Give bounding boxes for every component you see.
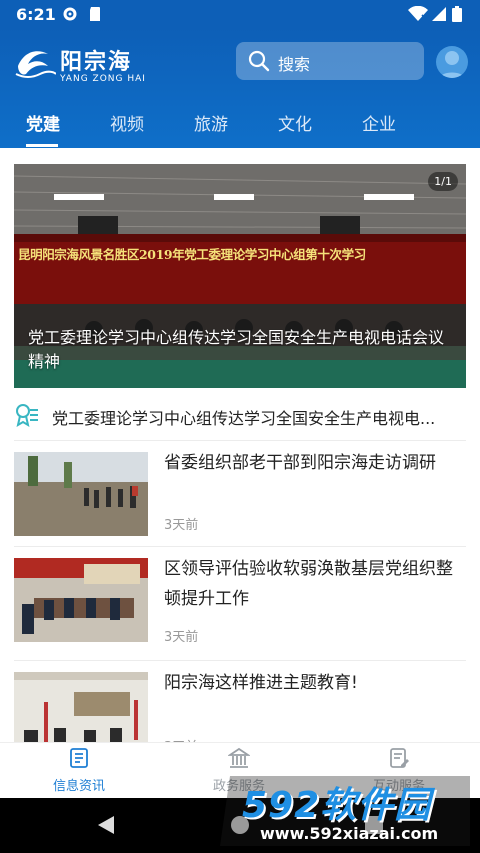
news-time: 3天前 — [164, 630, 199, 645]
tab-enterprise[interactable]: 企业 — [362, 110, 396, 135]
news-time: 3天前 — [164, 518, 199, 533]
category-tabs: 党建 视频 旅游 文化 企业 — [0, 106, 480, 148]
banner-slogan: 昆明阳宗海风景名胜区2019年党工委理论学习中心组第十次学习 — [18, 247, 366, 262]
search-placeholder: 搜索 — [278, 55, 311, 74]
list-item[interactable]: 区领导评估验收软弱涣散基层党组织整顿提升工作 3天前 — [14, 558, 466, 648]
nav-label: 信息资讯 — [52, 779, 105, 794]
status-bar: 6:21 — [0, 0, 480, 28]
banner-counter: 1/1 — [428, 172, 458, 191]
news-list-icon — [70, 748, 88, 768]
tab-party[interactable]: 党建 — [26, 110, 60, 135]
logo-subtitle: YANG ZONG HAI — [60, 74, 146, 84]
wifi-icon — [408, 5, 428, 26]
divider — [14, 546, 466, 547]
gear-icon — [62, 6, 78, 26]
divider — [14, 660, 466, 661]
watermark: 592软件园 www.592xiazai.com — [220, 766, 480, 853]
battery-icon — [452, 6, 462, 26]
tab-travel[interactable]: 旅游 — [194, 110, 228, 135]
search-box[interactable]: 搜索 — [236, 42, 424, 80]
avatar[interactable] — [436, 46, 468, 78]
sd-card-icon — [88, 6, 102, 26]
list-item[interactable]: 省委组织部老干部到阳宗海走访调研 3天前 — [14, 452, 466, 542]
watermark-url: www.592xiazai.com — [260, 824, 439, 843]
search-icon — [248, 50, 270, 72]
divider — [14, 440, 466, 441]
logo-title: 阳宗海 — [60, 50, 133, 75]
tab-video[interactable]: 视频 — [110, 110, 144, 135]
signal-icon — [432, 6, 446, 26]
news-title: 省委组织部老干部到阳宗海走访调研 — [164, 453, 436, 473]
news-title: 阳宗海这样推进主题教育! — [164, 673, 358, 693]
app-logo: 阳宗海 YANG ZONG HAI — [14, 42, 154, 90]
news-title: 区领导评估验收软弱涣散基层党组织整顿提升工作 — [164, 559, 453, 609]
nav-item-info[interactable]: 信息资讯 — [24, 747, 134, 794]
notice-item[interactable]: 党工委理论学习中心组传达学习全国安全生产电视电... — [0, 396, 480, 436]
notice-badge-icon — [16, 404, 38, 428]
app-header: 阳宗海 YANG ZONG HAI 搜索 党建 视频 旅游 文化 企业 — [0, 28, 480, 148]
banner-caption: 党工委理论学习中心组传达学习全国安全生产电视电话会议精神 — [28, 328, 445, 371]
back-icon[interactable] — [96, 814, 116, 836]
status-time: 6:21 — [16, 5, 56, 24]
tab-culture[interactable]: 文化 — [278, 110, 312, 135]
news-thumbnail — [14, 558, 148, 642]
banner-carousel[interactable]: 昆明阳宗海风景名胜区2019年党工委理论学习中心组第十次学习 1/1 党工委理论… — [14, 164, 466, 388]
watermark-brand: 592软件园 — [242, 785, 432, 826]
logo-wave-icon — [15, 51, 56, 78]
notice-text: 党工委理论学习中心组传达学习全国安全生产电视电... — [52, 409, 436, 428]
news-thumbnail — [14, 452, 148, 536]
active-tab-indicator — [26, 144, 58, 147]
